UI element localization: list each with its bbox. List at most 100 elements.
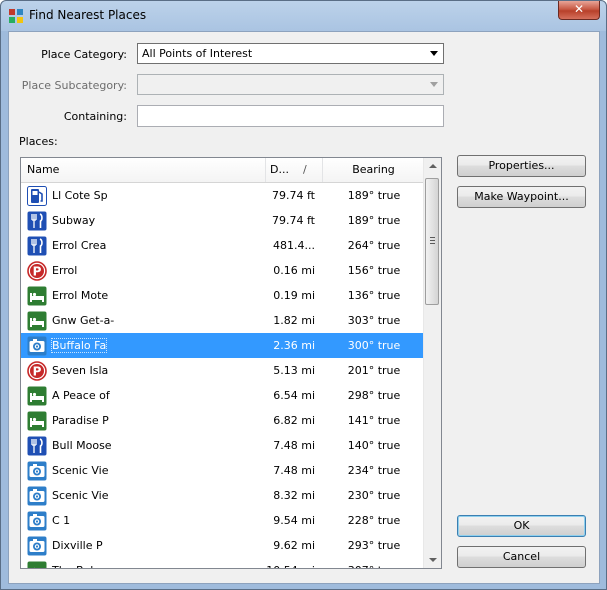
table-row[interactable]: Bull Moose 7.48 mi 140° true — [21, 433, 425, 458]
place-distance: 9.62 mi — [273, 539, 315, 552]
table-row[interactable]: P Seven Isla 5.13 mi 201° true — [21, 358, 425, 383]
place-category-label: Place Category: — [41, 48, 127, 61]
place-name: The Balsa — [52, 564, 106, 568]
list-rows: Ll Cote Sp 79.74 ft 189° true Subway 79.74 f… — [21, 183, 425, 568]
place-distance: 6.82 mi — [273, 414, 315, 427]
table-row[interactable]: Ll Cote Sp 79.74 ft 189° true — [21, 183, 425, 208]
parking-icon: P — [27, 261, 47, 281]
place-name: Scenic Vie — [52, 464, 109, 477]
parking-icon: P — [27, 361, 47, 381]
table-row[interactable]: Errol Mote 0.19 mi 136° true — [21, 283, 425, 308]
close-icon: ✕ — [573, 2, 585, 16]
place-distance: 79.74 ft — [272, 214, 315, 227]
place-bearing: 141° true — [347, 414, 401, 427]
table-row[interactable]: Scenic Vie 8.32 mi 230° true — [21, 483, 425, 508]
scroll-up-button[interactable] — [424, 158, 441, 175]
lodging-icon — [27, 286, 47, 306]
grip-line — [430, 237, 435, 238]
scenic-icon — [27, 486, 47, 506]
scroll-thumb[interactable] — [425, 178, 439, 305]
column-header-distance[interactable]: D... / — [266, 158, 323, 182]
list-header: Name D... / Bearing — [21, 158, 425, 183]
scenic-icon — [27, 536, 47, 556]
places-list[interactable]: Name D... / Bearing Ll Cote Sp 79.74 ft 18… — [20, 157, 442, 569]
svg-text:P: P — [33, 365, 42, 379]
app-icon — [9, 9, 23, 23]
place-bearing: 136° true — [347, 289, 401, 302]
fuel-icon — [27, 186, 47, 206]
table-row[interactable]: C 1 9.54 mi 228° true — [21, 508, 425, 533]
place-name: Bull Moose — [52, 439, 112, 452]
arrow-up-icon — [429, 164, 437, 168]
table-row[interactable]: Subway 79.74 ft 189° true — [21, 208, 425, 233]
table-row[interactable]: Paradise P 6.82 mi 141° true — [21, 408, 425, 433]
scenic-icon — [27, 461, 47, 481]
table-row[interactable]: P Errol 0.16 mi 156° true — [21, 258, 425, 283]
place-name: Paradise P — [52, 414, 109, 427]
place-bearing: 264° true — [347, 239, 401, 252]
scenic-icon — [27, 511, 47, 531]
svg-text:P: P — [33, 265, 42, 279]
ok-button[interactable]: OK — [457, 515, 586, 537]
place-distance: 7.48 mi — [273, 464, 315, 477]
properties-button[interactable]: Properties... — [457, 155, 586, 177]
place-distance: 79.74 ft — [272, 189, 315, 202]
place-bearing: 234° true — [347, 464, 401, 477]
place-name: Buffalo Fa — [50, 338, 108, 353]
table-row[interactable]: The Balsa 10.54 mi 307° true — [21, 558, 425, 568]
lodging-icon — [27, 561, 47, 568]
place-bearing: 189° true — [347, 189, 401, 202]
close-button[interactable]: ✕ — [558, 1, 600, 20]
place-bearing: 201° true — [347, 364, 401, 377]
chevron-down-icon — [430, 51, 438, 56]
table-row[interactable]: Gnw Get-a- 1.82 mi 303° true — [21, 308, 425, 333]
cancel-button[interactable]: Cancel — [457, 546, 586, 568]
place-distance: 6.54 mi — [273, 389, 315, 402]
vertical-scrollbar[interactable] — [423, 158, 441, 568]
chevron-down-icon — [430, 82, 438, 87]
place-name: Errol Mote — [52, 289, 109, 302]
table-row[interactable]: Scenic Vie 7.48 mi 234° true — [21, 458, 425, 483]
column-header-distance-label: D... — [270, 163, 289, 176]
place-bearing: 298° true — [347, 389, 401, 402]
table-row[interactable]: A Peace of 6.54 mi 298° true — [21, 383, 425, 408]
table-row[interactable]: Errol Crea 481.4... 264° true — [21, 233, 425, 258]
place-category-select[interactable]: All Points of Interest — [137, 43, 444, 64]
table-row[interactable]: Dixville P 9.62 mi 293° true — [21, 533, 425, 558]
place-distance: 0.19 mi — [273, 289, 315, 302]
place-distance: 2.36 mi — [273, 339, 315, 352]
containing-input[interactable] — [137, 105, 444, 127]
arrow-down-icon — [429, 558, 437, 562]
place-bearing: 230° true — [347, 489, 401, 502]
place-subcategory-select[interactable] — [137, 74, 444, 95]
window-title: Find Nearest Places — [29, 8, 147, 22]
place-bearing: 140° true — [347, 439, 401, 452]
grip-line — [430, 240, 435, 241]
dialog-window: Find Nearest Places ✕ Place Category: Al… — [0, 0, 607, 590]
make-waypoint-button[interactable]: Make Waypoint... — [457, 186, 586, 208]
place-bearing: 156° true — [347, 264, 401, 277]
restaurant-icon — [27, 436, 47, 456]
scenic-icon — [27, 336, 47, 356]
restaurant-icon — [27, 211, 47, 231]
place-distance: 9.54 mi — [273, 514, 315, 527]
place-name: Errol — [52, 264, 78, 277]
grip-line — [430, 243, 435, 244]
containing-label: Containing: — [63, 110, 127, 123]
place-distance: 1.82 mi — [273, 314, 315, 327]
place-name: Errol Crea — [52, 239, 107, 252]
place-bearing: 303° true — [347, 314, 401, 327]
place-category-value: All Points of Interest — [142, 47, 253, 60]
place-name: C 1 — [52, 514, 71, 527]
place-distance: 10.54 mi — [266, 564, 315, 568]
table-row[interactable]: Buffalo Fa 2.36 mi 300° true — [21, 333, 425, 358]
sort-indicator-icon: / — [303, 163, 307, 176]
column-header-bearing[interactable]: Bearing — [323, 158, 425, 182]
column-header-name[interactable]: Name — [21, 158, 266, 182]
place-name: A Peace of — [52, 389, 110, 402]
places-label: Places: — [19, 135, 58, 148]
place-distance: 481.4... — [273, 239, 315, 252]
place-bearing: 300° true — [347, 339, 401, 352]
scroll-down-button[interactable] — [424, 551, 441, 568]
title-bar[interactable]: Find Nearest Places ✕ — [1, 1, 606, 31]
